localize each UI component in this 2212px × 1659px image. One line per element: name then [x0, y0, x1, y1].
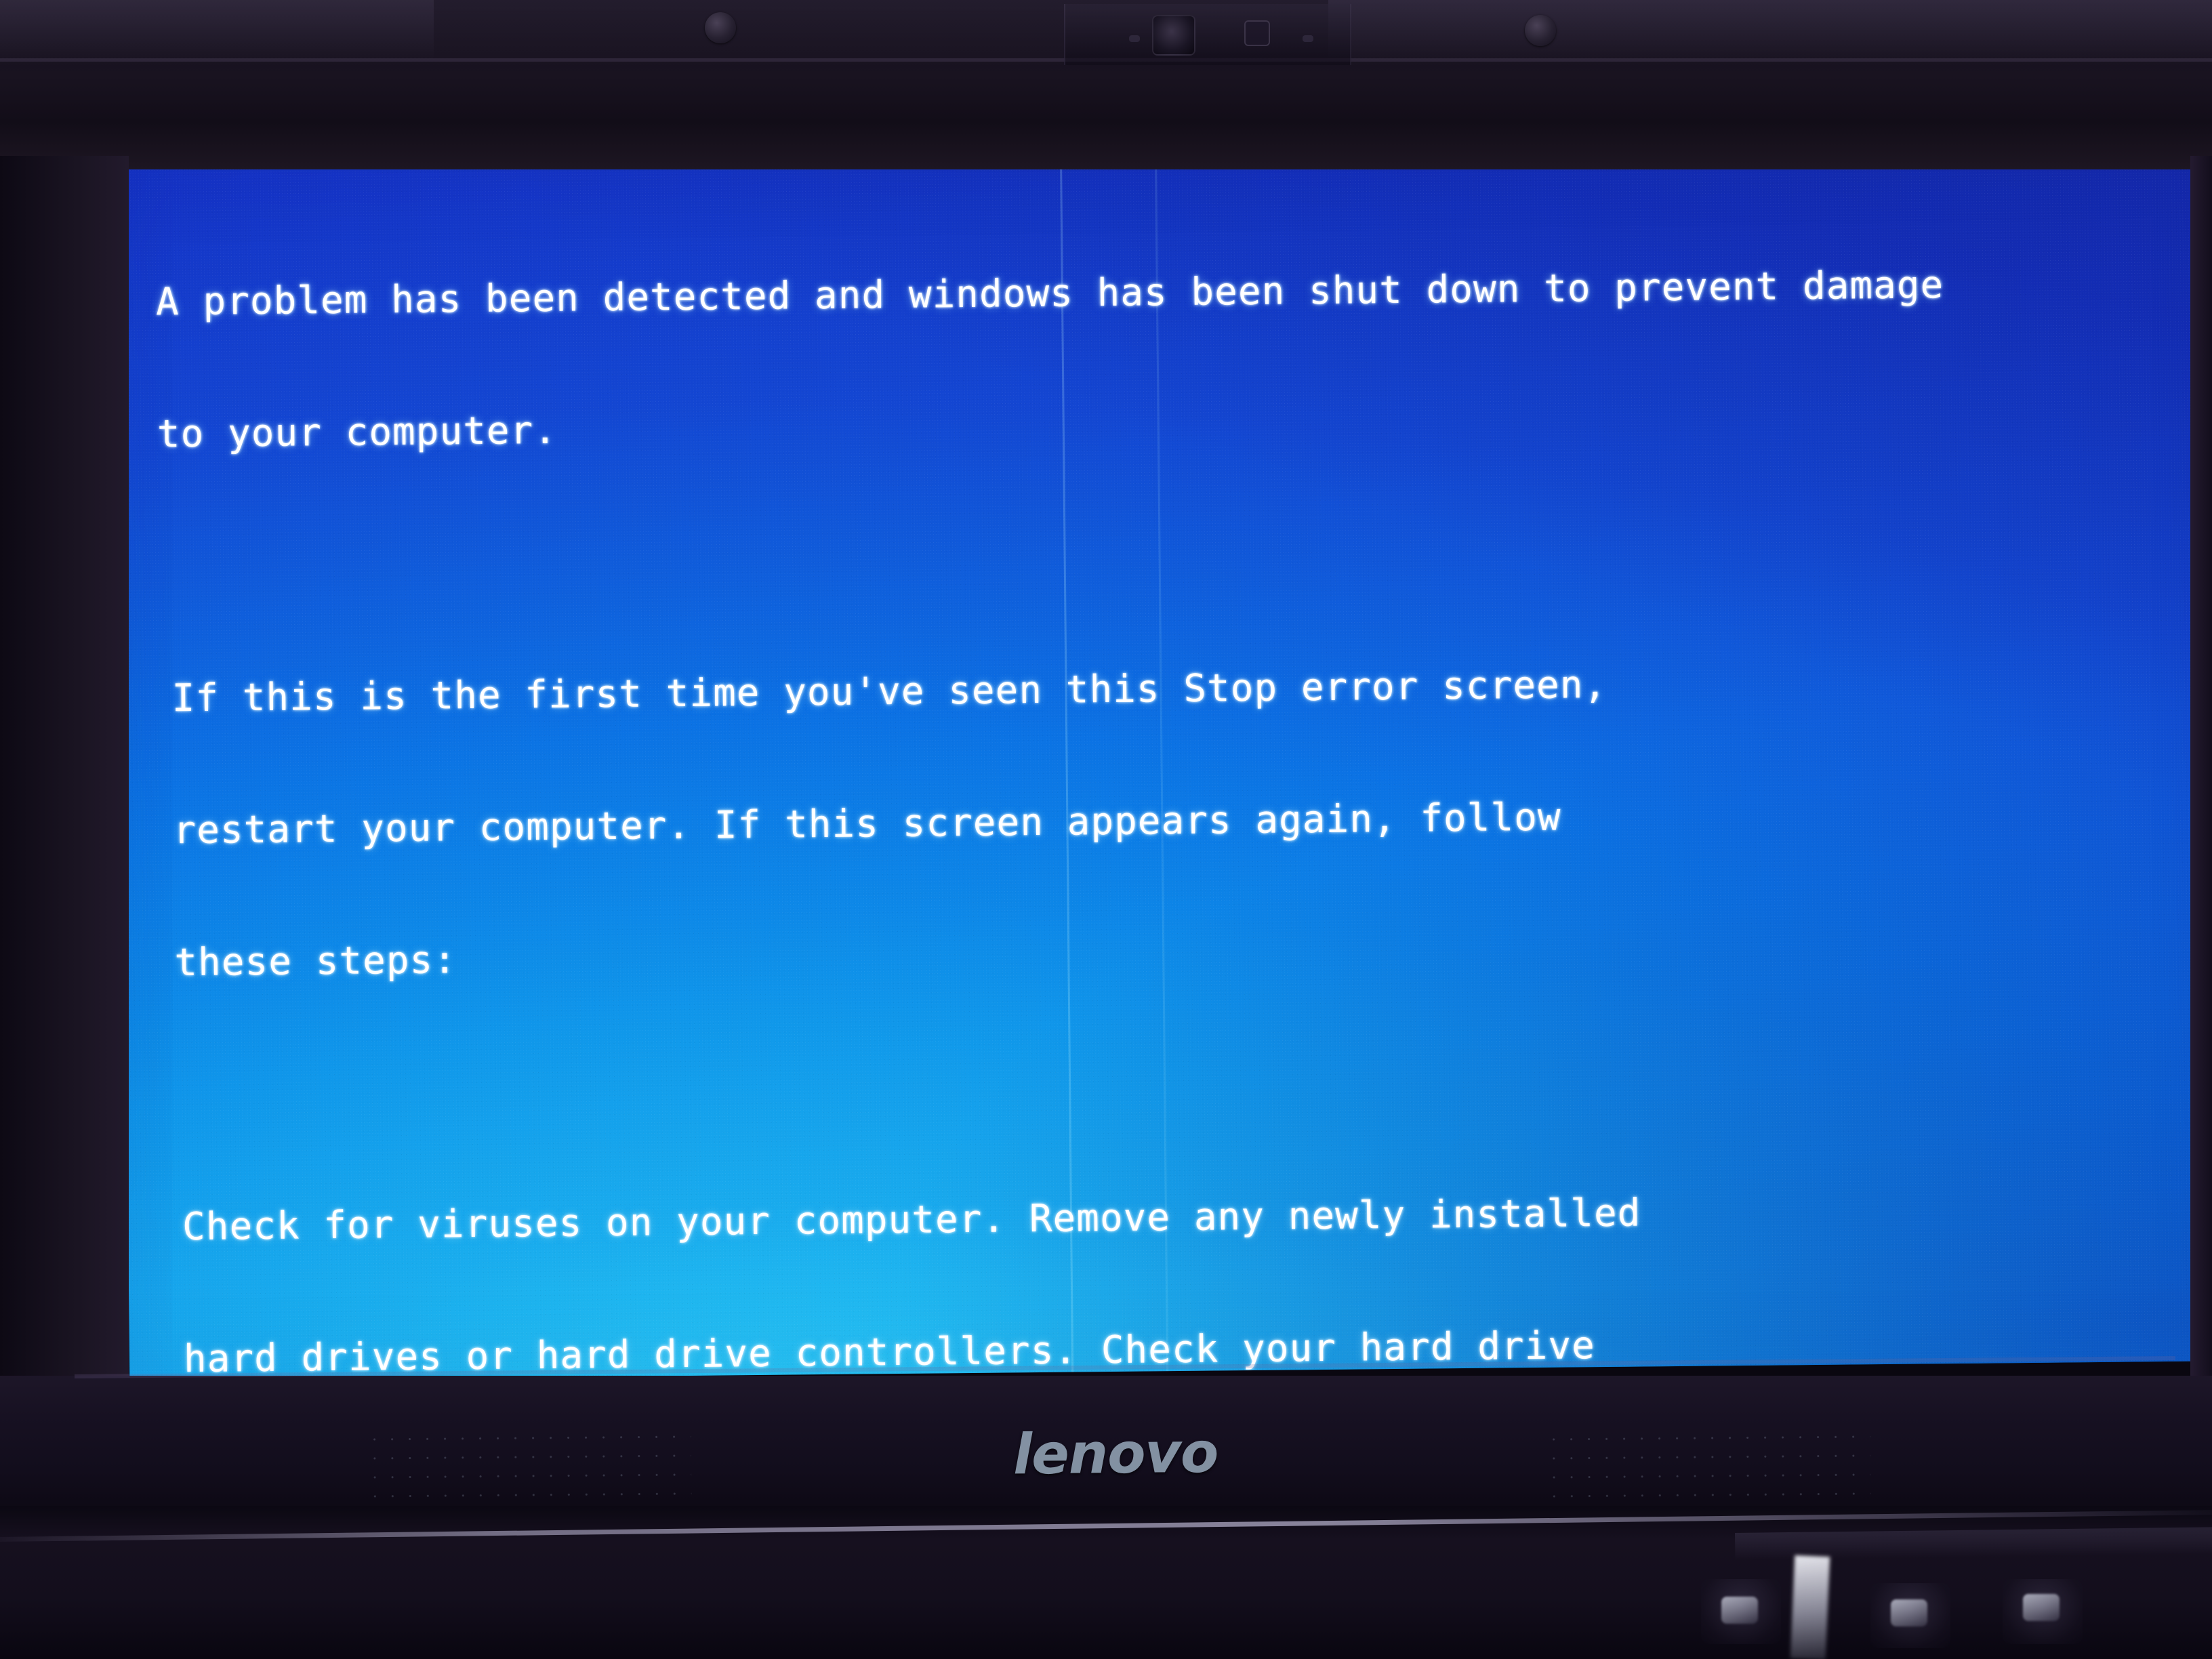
- laptop-screen: A problem has been detected and windows …: [118, 141, 2212, 1381]
- display-left-bezel: [0, 156, 129, 1410]
- lenovo-brand-logo: lenovo: [1012, 1420, 1218, 1488]
- bsod-message-body: A problem has been detected and windows …: [155, 172, 2212, 1381]
- bezel-screw: [705, 12, 736, 43]
- speaker-grille-right: [1544, 1427, 1871, 1512]
- microphone-icon: [1303, 35, 1313, 42]
- bezel-screw: [1525, 15, 1556, 46]
- display-right-bezel: [2190, 156, 2212, 1410]
- key-reflection: [2023, 1594, 2060, 1621]
- display-top-bezel: [0, 0, 2212, 169]
- key-reflection: [1891, 1599, 1927, 1626]
- webcam-indicator-led-icon: [1244, 20, 1270, 46]
- webcam-housing: [1064, 4, 1351, 65]
- webcam-lens-icon: [1152, 15, 1195, 56]
- specular-light-reflection: [1790, 1555, 1830, 1659]
- bsod-step-line-1: Check for viruses on your computer. Remo…: [182, 1191, 1641, 1250]
- bsod-headline-line-2: to your computer.: [157, 408, 558, 457]
- bsod-firsttime-line-1: If this is the first time you've seen th…: [171, 662, 1607, 721]
- bsod-headline-line-1: A problem has been detected and windows …: [155, 263, 1944, 325]
- laptop-photograph: A problem has been detected and windows …: [0, 0, 2212, 1659]
- bsod-firsttime-line-3: these steps:: [174, 938, 457, 985]
- key-reflection: [1721, 1597, 1758, 1624]
- speaker-grille-left: [365, 1427, 692, 1512]
- bsod-firsttime-line-2: restart your computer. If this screen ap…: [173, 795, 1561, 853]
- microphone-icon: [1129, 35, 1140, 42]
